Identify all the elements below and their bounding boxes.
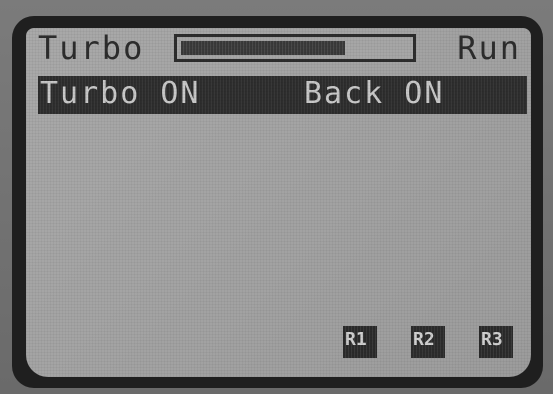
turbo-status-text: Turbo ON (40, 76, 201, 111)
back-status-text: Back ON (304, 76, 445, 111)
turbo-level-fill (181, 41, 345, 55)
r1-label: R1 (345, 329, 367, 350)
lcd-screen: Turbo Run Turbo ON Back ON R1 R2 R3 (26, 28, 531, 377)
r2-button[interactable]: R2 (411, 326, 445, 358)
r2-label: R2 (413, 329, 435, 350)
turbo-level-bar (174, 34, 416, 62)
mode-label: Turbo (38, 29, 145, 67)
r1-button[interactable]: R1 (343, 326, 377, 358)
r3-button[interactable]: R3 (479, 326, 513, 358)
device-bezel: Turbo Run Turbo ON Back ON R1 R2 R3 (0, 0, 553, 394)
r3-label: R3 (481, 329, 503, 350)
status-row: Turbo ON Back ON (38, 76, 527, 114)
run-state-label: Run (457, 29, 521, 67)
